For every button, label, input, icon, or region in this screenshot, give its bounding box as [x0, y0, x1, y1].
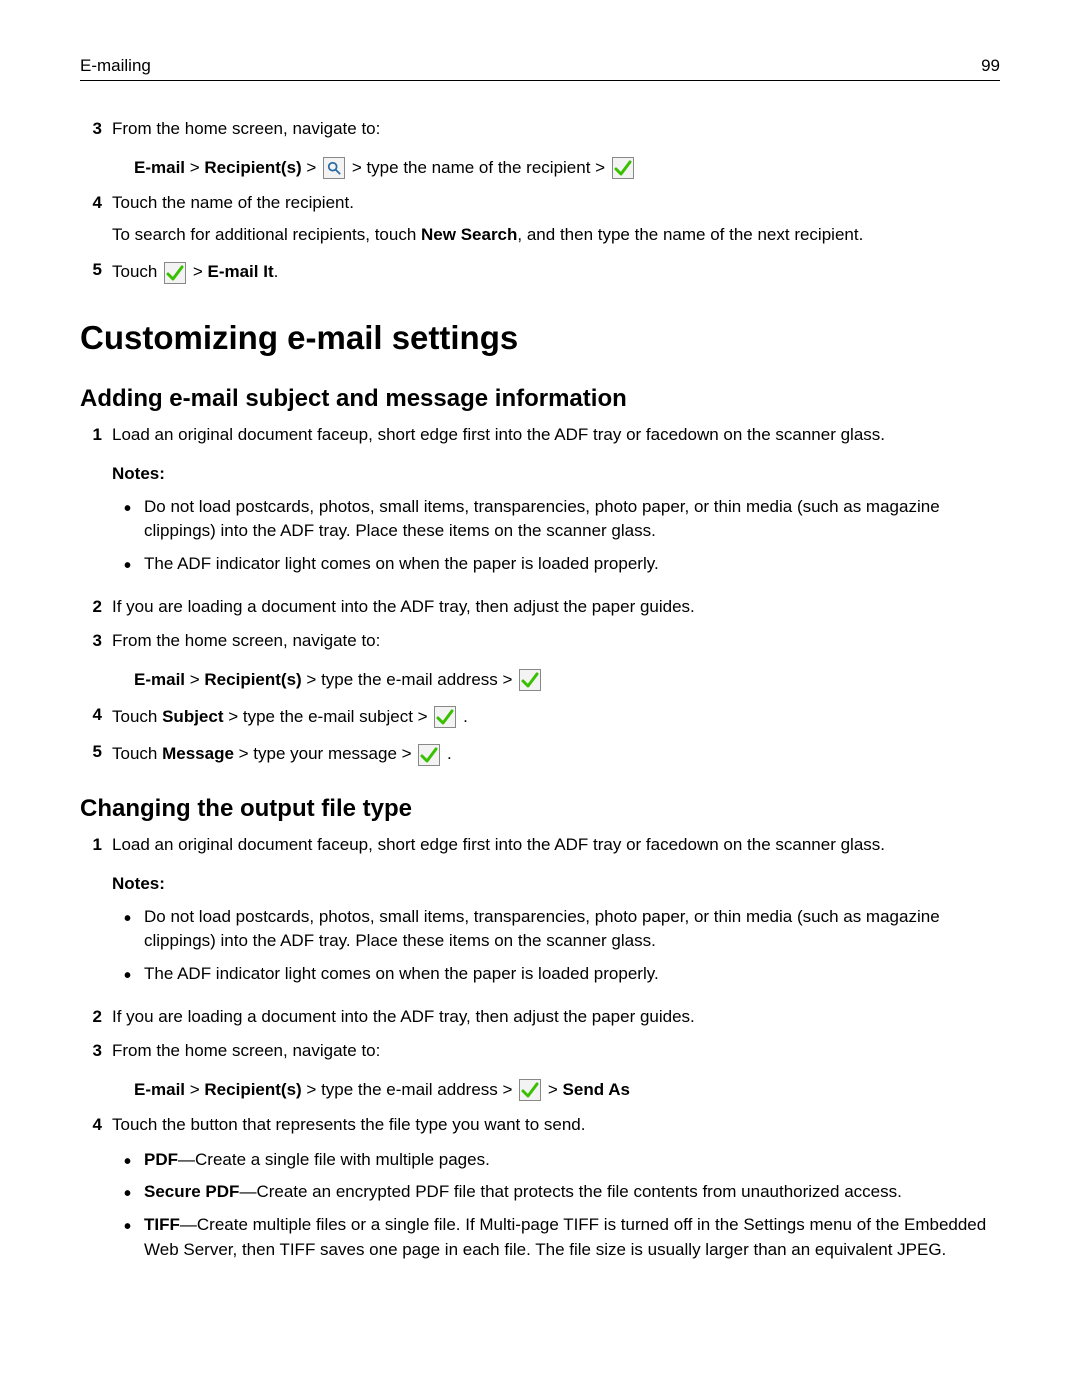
step-subtext: To search for additional recipients, tou… — [112, 223, 1000, 248]
heading-adding-subject: Adding e‑mail subject and message inform… — [80, 385, 1000, 413]
note-item: The ADF indicator light comes on when th… — [122, 962, 1000, 987]
nav-path: E‑mail > Recipient(s) > type the e‑mail … — [134, 666, 1000, 693]
filetype-name: PDF — [144, 1150, 178, 1169]
notes-list: Do not load postcards, photos, small ite… — [122, 905, 1000, 987]
path-recipients: Recipient(s) — [204, 158, 301, 177]
heading-customizing: Customizing e‑mail settings — [80, 319, 1000, 357]
message-label: Message — [162, 744, 234, 763]
step-text: From the home screen, navigate to: — [112, 629, 1000, 654]
search-icon — [323, 157, 345, 179]
checkmark-icon — [519, 1079, 541, 1101]
new-search-label: New Search — [421, 225, 517, 244]
steps-section-b: 1 Load an original document faceup, shor… — [80, 833, 1000, 1270]
note-item: Do not load postcards, photos, small ite… — [122, 495, 1000, 544]
step-text: If you are loading a document into the A… — [112, 1005, 1000, 1030]
send-as-label: Send As — [563, 1080, 630, 1099]
filetype-item: PDF—Create a single file with multiple p… — [122, 1148, 1000, 1173]
checkmark-icon — [418, 744, 440, 766]
header-page-number: 99 — [981, 56, 1000, 76]
checkmark-icon — [164, 262, 186, 284]
step-text: From the home screen, navigate to: — [112, 117, 1000, 142]
filetype-item: TIFF—Create multiple files or a single f… — [122, 1213, 1000, 1262]
step-number: 1 — [80, 833, 102, 858]
note-item: Do not load postcards, photos, small ite… — [122, 905, 1000, 954]
step-number: 3 — [80, 117, 102, 142]
filetype-item: Secure PDF—Create an encrypted PDF file … — [122, 1180, 1000, 1205]
step-text: Touch the button that represents the fil… — [112, 1113, 1000, 1138]
path-email: E‑mail — [134, 1080, 185, 1099]
step-number: 5 — [80, 740, 102, 765]
notes-label: Notes: — [112, 462, 1000, 487]
note-item: The ADF indicator light comes on when th… — [122, 552, 1000, 577]
step-number: 1 — [80, 423, 102, 448]
subject-label: Subject — [162, 707, 223, 726]
step-number: 3 — [80, 1039, 102, 1064]
path-recipients: Recipient(s) — [204, 670, 301, 689]
step-text: From the home screen, navigate to: — [112, 1039, 1000, 1064]
step-number: 2 — [80, 1005, 102, 1030]
filetype-list: PDF—Create a single file with multiple p… — [122, 1148, 1000, 1263]
checkmark-icon — [434, 706, 456, 728]
step-number: 5 — [80, 258, 102, 283]
step-number: 2 — [80, 595, 102, 620]
notes-list: Do not load postcards, photos, small ite… — [122, 495, 1000, 577]
step-text: Load an original document faceup, short … — [112, 833, 1000, 858]
nav-path: E‑mail > Recipient(s) > type the e‑mail … — [134, 1076, 1000, 1103]
header-section: E-mailing — [80, 56, 151, 76]
path-email: E‑mail — [134, 158, 185, 177]
step-text: Load an original document faceup, short … — [112, 423, 1000, 448]
nav-path: E‑mail > Recipient(s) > > type the name … — [134, 154, 1000, 181]
page: E-mailing 99 3 From the home screen, nav… — [0, 0, 1080, 1397]
step-text: Touch — [112, 262, 162, 281]
steps-section-a: 1 Load an original document faceup, shor… — [80, 423, 1000, 767]
path-recipients: Recipient(s) — [204, 1080, 301, 1099]
path-email: E‑mail — [134, 670, 185, 689]
steps-continued: 3 From the home screen, navigate to: E‑m… — [80, 117, 1000, 285]
notes-label: Notes: — [112, 872, 1000, 897]
step-number: 4 — [80, 1113, 102, 1138]
step-number: 4 — [80, 703, 102, 728]
email-it-label: E‑mail It — [207, 262, 273, 281]
filetype-name: TIFF — [144, 1215, 180, 1234]
checkmark-icon — [612, 157, 634, 179]
step-number: 3 — [80, 629, 102, 654]
step-text: Touch the name of the recipient. — [112, 191, 1000, 216]
checkmark-icon — [519, 669, 541, 691]
page-header: E-mailing 99 — [80, 56, 1000, 81]
filetype-name: Secure PDF — [144, 1182, 239, 1201]
heading-changing-output: Changing the output file type — [80, 795, 1000, 823]
step-number: 4 — [80, 191, 102, 216]
step-text: If you are loading a document into the A… — [112, 595, 1000, 620]
